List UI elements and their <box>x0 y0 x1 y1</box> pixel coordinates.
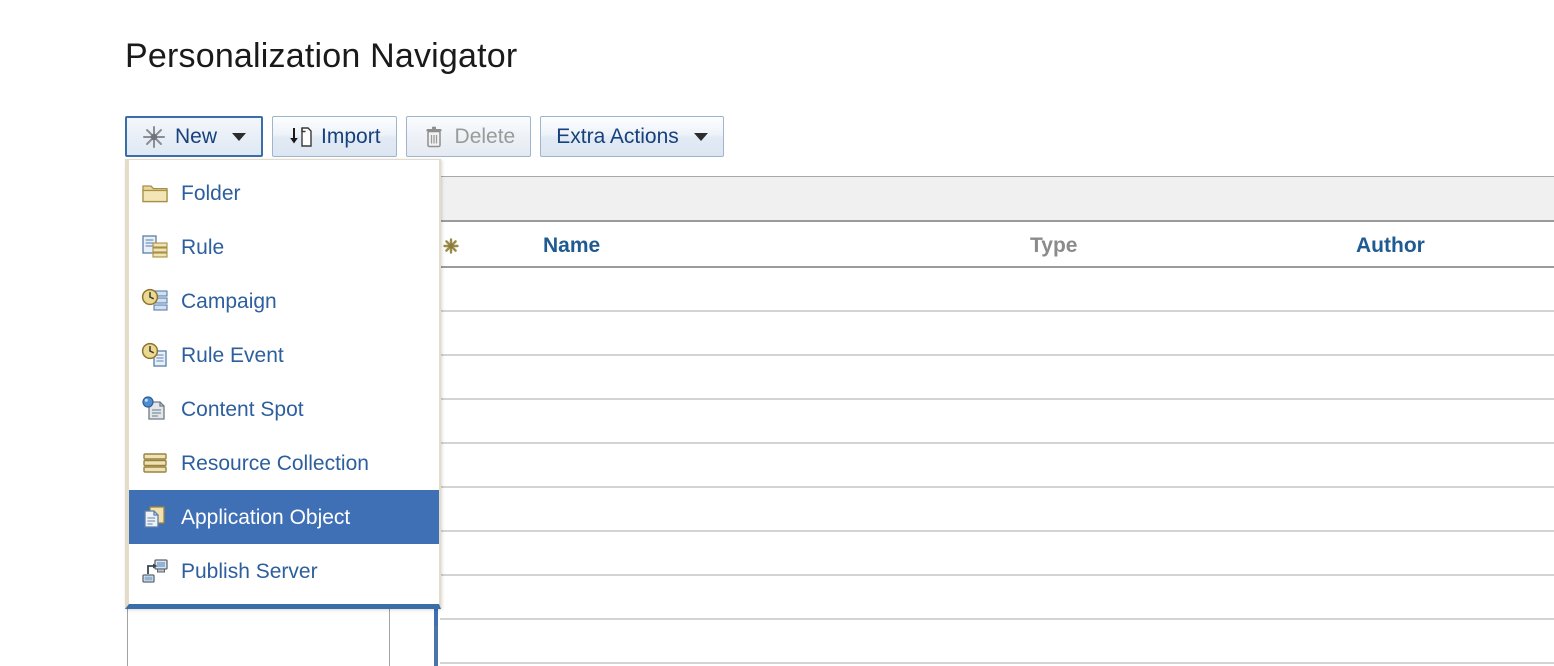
table-toolbar-band <box>440 176 1554 222</box>
table-header-row: Name Type Author <box>440 224 1554 268</box>
table-row[interactable] <box>440 444 1554 488</box>
menu-item-label: Folder <box>181 183 241 204</box>
folder-icon <box>141 180 169 206</box>
menu-item-label: Rule <box>181 237 224 258</box>
new-button[interactable]: New <box>125 116 263 157</box>
menu-item-label: Content Spot <box>181 399 304 420</box>
sort-star-icon[interactable] <box>442 237 460 255</box>
campaign-icon <box>141 288 169 314</box>
personalization-navigator-screen: Personalization Navigator New <box>0 0 1554 666</box>
content-spot-icon <box>141 396 169 422</box>
table-row[interactable] <box>440 356 1554 400</box>
resource-collection-icon <box>141 450 169 476</box>
menu-item-rule-event[interactable]: Rule Event <box>129 328 439 382</box>
menu-item-label: Application Object <box>181 507 350 528</box>
table-row[interactable] <box>440 488 1554 532</box>
menu-item-campaign[interactable]: Campaign <box>129 274 439 328</box>
publish-server-icon <box>141 558 169 584</box>
delete-button[interactable]: Delete <box>406 116 532 157</box>
menu-item-application-object[interactable]: Application Object <box>129 490 439 544</box>
menu-item-folder[interactable]: Folder <box>129 166 439 220</box>
table-row[interactable] <box>440 620 1554 664</box>
import-icon <box>288 125 312 149</box>
menu-item-publish-server[interactable]: Publish Server <box>129 544 439 598</box>
rule-icon <box>141 234 169 260</box>
table-body <box>440 268 1554 666</box>
navigator-data-table: Name Type Author <box>434 168 1554 666</box>
menu-item-content-spot[interactable]: Content Spot <box>129 382 439 436</box>
sparkle-icon <box>142 125 166 149</box>
delete-button-label: Delete <box>455 126 516 147</box>
table-row[interactable] <box>440 400 1554 444</box>
page-title: Personalization Navigator <box>125 32 517 80</box>
import-button[interactable]: Import <box>272 116 397 157</box>
menu-item-label: Resource Collection <box>181 453 369 474</box>
new-dropdown-menu: Folder Rule <box>125 159 441 609</box>
menu-item-label: Campaign <box>181 291 277 312</box>
extra-actions-button[interactable]: Extra Actions <box>540 116 724 157</box>
column-header-author[interactable]: Author <box>1356 224 1425 268</box>
new-button-label: New <box>175 126 217 147</box>
table-row[interactable] <box>440 576 1554 620</box>
extra-actions-button-label: Extra Actions <box>556 126 679 147</box>
table-row[interactable] <box>440 312 1554 356</box>
application-object-icon <box>141 504 169 530</box>
menu-item-label: Rule Event <box>181 345 284 366</box>
column-header-name[interactable]: Name <box>543 224 600 268</box>
trash-icon <box>422 125 446 149</box>
table-row[interactable] <box>440 268 1554 312</box>
toolbar: New Import <box>125 116 724 157</box>
column-header-type: Type <box>1030 224 1077 268</box>
import-button-label: Import <box>321 126 381 147</box>
menu-item-resource-collection[interactable]: Resource Collection <box>129 436 439 490</box>
rule-event-icon <box>141 342 169 368</box>
table-row[interactable] <box>440 532 1554 576</box>
menu-item-rule[interactable]: Rule <box>129 220 439 274</box>
menu-item-label: Publish Server <box>181 561 318 582</box>
chevron-down-icon <box>232 133 246 141</box>
chevron-down-icon <box>694 133 708 141</box>
